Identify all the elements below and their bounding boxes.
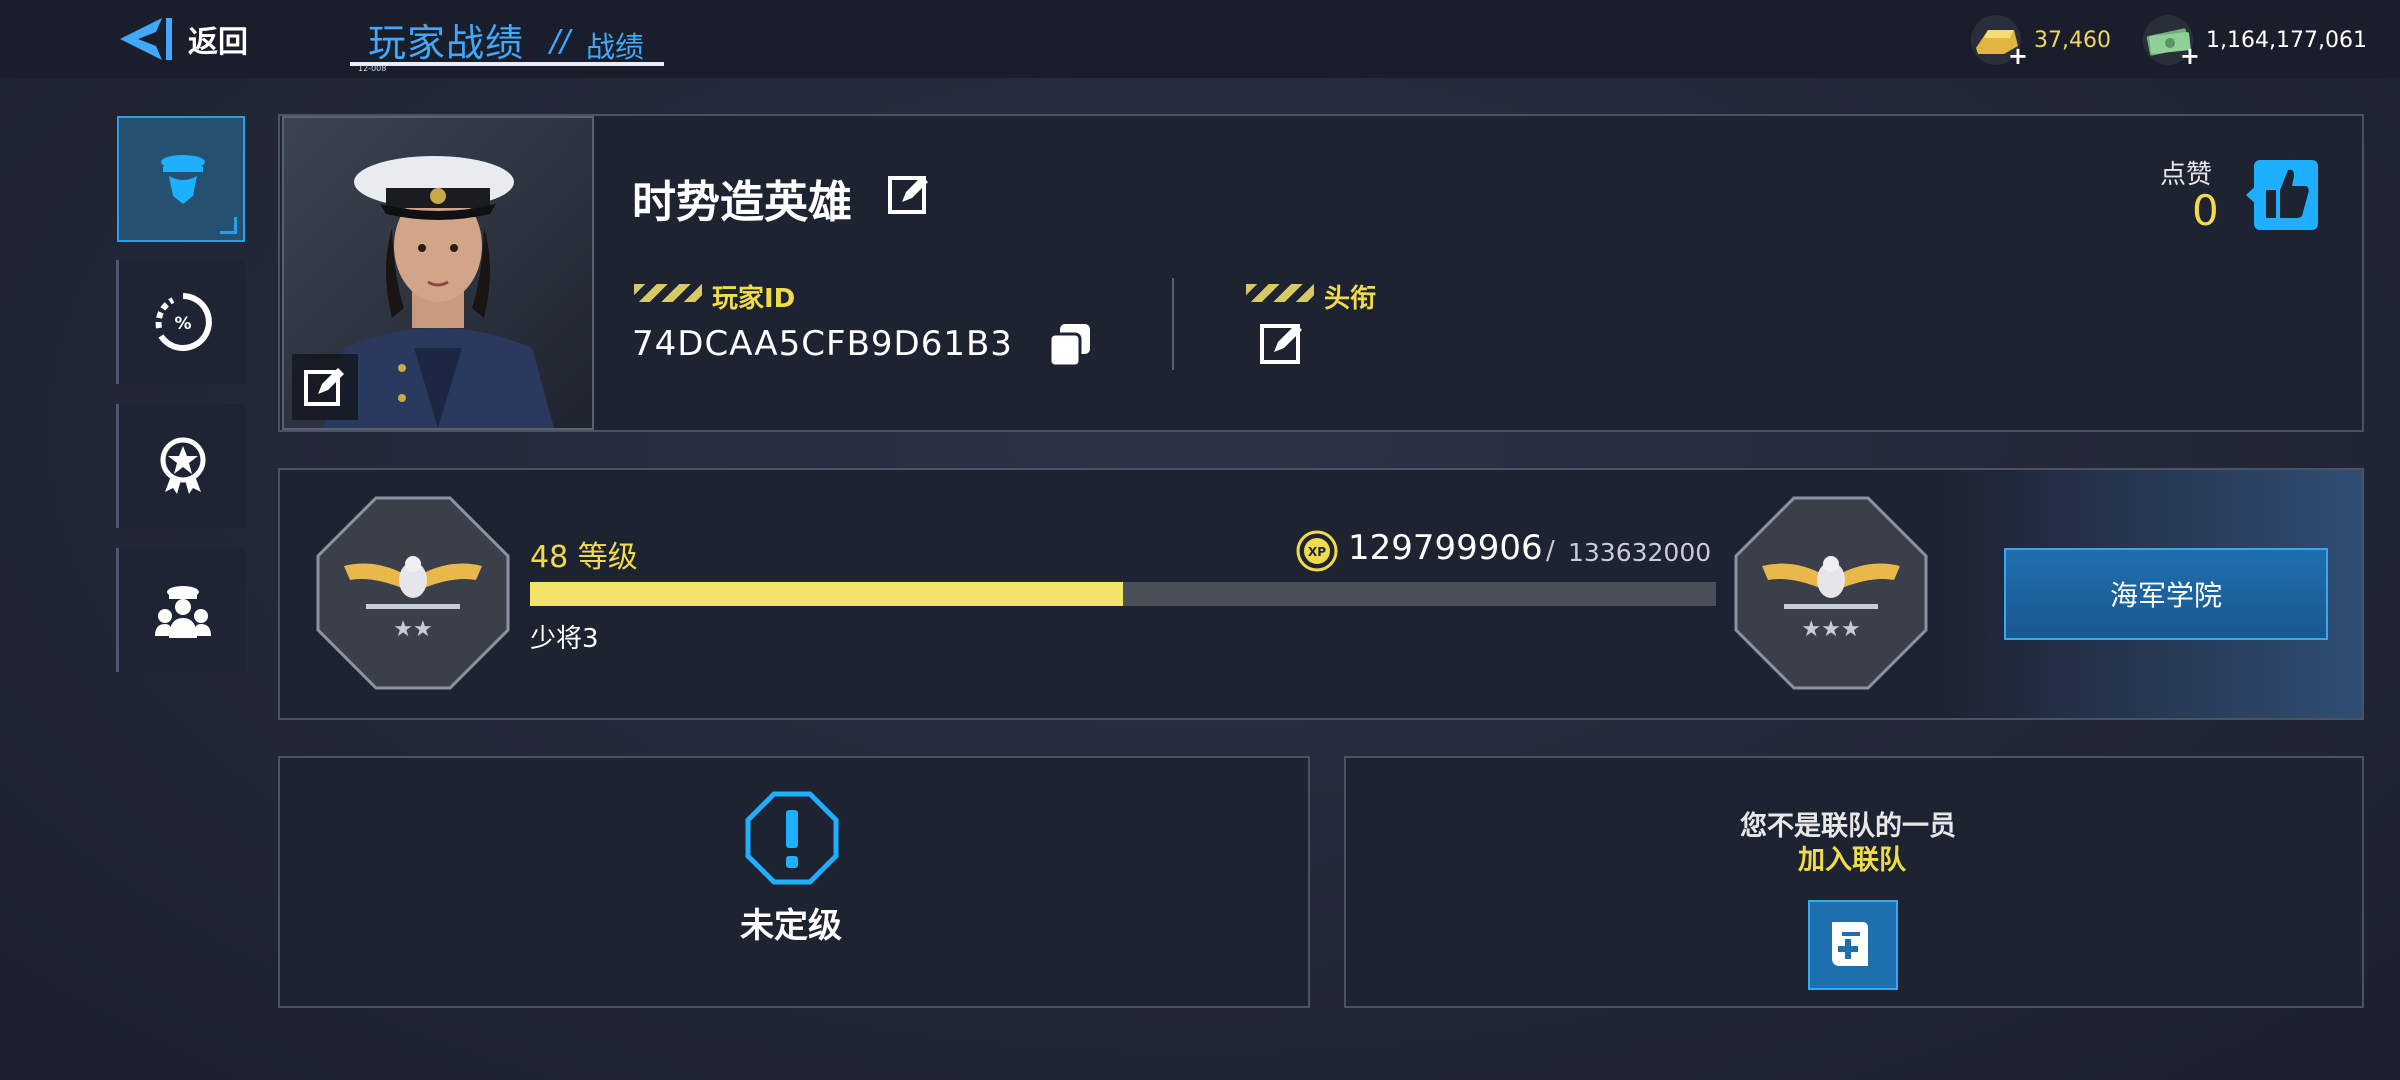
xp-progress-bar bbox=[530, 582, 1716, 606]
cash-amount: 1,164,177,061 bbox=[2206, 27, 2367, 53]
name-edit-icon[interactable] bbox=[886, 170, 934, 218]
page-subtitle: 战绩 bbox=[586, 30, 645, 64]
current-rank-stars: ★★ bbox=[393, 617, 432, 642]
rank-name: 少将3 bbox=[530, 624, 599, 654]
title-label: 头衔 bbox=[1324, 284, 1377, 314]
xp-current: 129799906 bbox=[1348, 528, 1543, 568]
player-name: 时势造英雄 bbox=[632, 177, 852, 228]
join-alliance-link[interactable]: 加入联队 bbox=[1798, 838, 1906, 877]
warning-icon bbox=[745, 791, 839, 885]
svg-text:%: % bbox=[174, 314, 191, 334]
current-rank-insignia-icon: ★★ bbox=[316, 496, 510, 690]
title-edit-icon[interactable] bbox=[1258, 318, 1308, 368]
next-rank-stars: ★★★ bbox=[1801, 617, 1860, 642]
title-label-stripes bbox=[1246, 284, 1314, 302]
svg-text:XP: XP bbox=[1308, 545, 1326, 559]
xp-separator: / bbox=[1546, 536, 1555, 566]
crew-icon bbox=[155, 586, 211, 638]
copy-icon[interactable] bbox=[1046, 320, 1096, 370]
cash-icon: + bbox=[2140, 14, 2200, 70]
next-rank-insignia-icon: ★★★ bbox=[1734, 496, 1928, 690]
gold-bar-icon: + bbox=[1968, 14, 2028, 70]
officer-icon bbox=[161, 155, 205, 204]
naval-academy-button[interactable]: 海军学院 bbox=[2004, 548, 2328, 640]
xp-progress-fill bbox=[530, 582, 1123, 606]
id-label-stripes bbox=[634, 284, 702, 302]
thumbs-up-icon[interactable] bbox=[2246, 158, 2320, 232]
gold-currency[interactable]: + 37,460 bbox=[1968, 14, 2111, 70]
gold-amount: 37,460 bbox=[2034, 27, 2111, 53]
page-title: 玩家战绩 bbox=[368, 21, 525, 65]
back-label: 返回 bbox=[188, 25, 248, 60]
player-id-value: 74DCAA5CFB9D61B3 bbox=[632, 324, 1013, 364]
xp-icon: XP bbox=[1296, 530, 1338, 572]
edit-icon bbox=[304, 368, 344, 406]
player-id-label: 玩家ID bbox=[712, 284, 796, 314]
likes-count: 0 bbox=[2192, 186, 2219, 235]
active-corner-mark bbox=[220, 217, 237, 234]
level-label: 48 等级 bbox=[530, 540, 638, 575]
tab-medals[interactable] bbox=[116, 404, 245, 528]
xp-max: 133632000 bbox=[1568, 538, 1712, 567]
cash-currency[interactable]: + 1,164,177,061 bbox=[2140, 14, 2367, 70]
title-separator: // bbox=[550, 24, 571, 59]
percent-stats-icon: % bbox=[155, 293, 212, 351]
title-caption: 12-008 bbox=[358, 64, 387, 73]
back-arrow-icon bbox=[120, 18, 172, 60]
field-divider bbox=[1172, 278, 1174, 370]
avatar-edit-button[interactable] bbox=[292, 354, 358, 420]
top-bar: 返回 玩家战绩 // 战绩 12-008 + 37,460 + 1,164,17… bbox=[0, 0, 2400, 78]
page-title-tab: 玩家战绩 // 战绩 12-008 bbox=[350, 6, 664, 73]
tab-profile[interactable] bbox=[117, 116, 245, 242]
join-alliance-button[interactable] bbox=[1808, 900, 1898, 990]
back-button[interactable]: 返回 bbox=[116, 12, 248, 66]
tab-crew[interactable] bbox=[116, 548, 245, 672]
avatar[interactable] bbox=[282, 116, 594, 430]
medal-icon bbox=[160, 437, 206, 494]
tab-stats[interactable]: % bbox=[116, 260, 245, 384]
join-alliance-icon bbox=[1832, 922, 1868, 966]
rating-status: 未定级 bbox=[740, 906, 842, 946]
